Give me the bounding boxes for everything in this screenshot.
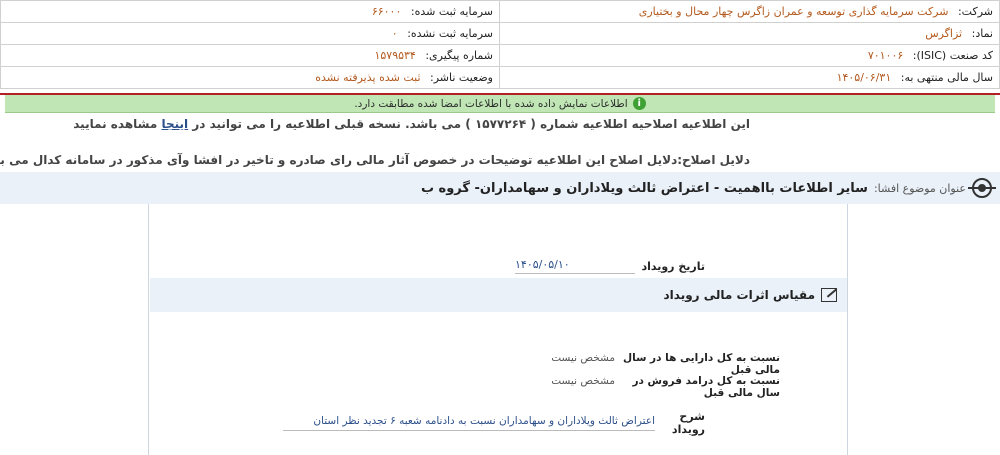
- disclosure-subject-bar: عنوان موضوع افشا: سایر اطلاعات بااهمیت -…: [0, 172, 1000, 204]
- publisher-status-label: وضعیت ناشر:: [430, 71, 493, 84]
- subject-value: سایر اطلاعات بااهمیت - اعتراض ثالث ویلاد…: [420, 180, 868, 196]
- fiscal-year-cell: سال مالی منتهی به: ۱۴۰۵/۰۶/۳۱: [499, 66, 1000, 89]
- company-label: شرکت:: [957, 5, 993, 18]
- correction-reason: دلایل اصلاح:دلایل اصلاح این اطلاعیه توضی…: [0, 153, 750, 167]
- info-row: نماد: ثزاگرس سرمایه ثبت نشده: ۰: [0, 22, 1000, 45]
- target-icon: [968, 178, 996, 198]
- fiscal-year-value: ۱۴۰۵/۰۶/۳۱: [836, 71, 892, 84]
- financial-row-label: نسبت به کل دارایی ها در سال مالی قبل: [623, 352, 780, 376]
- verification-banner: i اطلاعات نمایش داده شده با اطلاعات امضا…: [5, 95, 995, 113]
- financial-row-value: مشخص نیست: [551, 375, 615, 387]
- event-description-label: شرح رویداد: [671, 410, 705, 436]
- publisher-status-value: ثبت شده پذیرفته نشده: [315, 71, 421, 84]
- info-row: سال مالی منتهی به: ۱۴۰۵/۰۶/۳۱ وضعیت ناشر…: [0, 66, 1000, 89]
- verification-message: اطلاعات نمایش داده شده با اطلاعات امضا ش…: [354, 97, 628, 110]
- company-value: شرکت سرمایه گذاری توسعه و عمران زاگرس چه…: [638, 5, 949, 18]
- financial-impact-header: مقیاس اثرات مالی رویداد: [150, 278, 847, 312]
- subject-label: عنوان موضوع افشا:: [873, 181, 966, 195]
- edit-note-icon: [821, 288, 837, 302]
- correction-notice: این اطلاعیه اصلاحیه اطلاعیه شماره ( ۱۵۷۷…: [73, 117, 750, 131]
- company-cell: شرکت: شرکت سرمایه گذاری توسعه و عمران زا…: [499, 0, 1000, 23]
- unregistered-capital-cell: سرمایه ثبت نشده: ۰: [0, 22, 500, 45]
- event-description-value: اعتراض ثالث ویلاداران و سهامداران نسبت ب…: [283, 415, 655, 431]
- company-info-table: شرکت: شرکت سرمایه گذاری توسعه و عمران زا…: [0, 0, 1000, 89]
- event-description-field: شرح رویداد اعتراض ثالث ویلاداران و سهامد…: [283, 410, 705, 436]
- publisher-status-cell: وضعیت ناشر: ثبت شده پذیرفته نشده: [0, 66, 500, 89]
- event-date-label: تاریخ رویداد: [641, 259, 705, 273]
- event-date-field: تاریخ رویداد ۱۴۰۵/۰۵/۱۰: [515, 258, 705, 274]
- financial-row-label: نسبت به کل درامد فروش در سال مالی قبل: [632, 375, 780, 399]
- registered-capital-cell: سرمایه ثبت شده: ۶۶۰۰۰: [0, 0, 500, 23]
- financial-row-value: مشخص نیست: [551, 352, 615, 364]
- info-row: شرکت: شرکت سرمایه گذاری توسعه و عمران زا…: [0, 0, 1000, 23]
- unregistered-capital-value: ۰: [391, 27, 398, 40]
- isic-value: ۷۰۱۰۰۶: [867, 49, 904, 62]
- financial-impact-title: مقیاس اثرات مالی رویداد: [663, 288, 815, 302]
- previous-version-link[interactable]: اینجا: [161, 117, 188, 131]
- event-date-value: ۱۴۰۵/۰۵/۱۰: [515, 258, 635, 274]
- info-icon: i: [632, 97, 646, 110]
- tracking-cell: شماره پیگیری: ۱۵۷۹۵۳۴: [0, 44, 500, 67]
- financial-row-assets: نسبت به کل دارایی ها در سال مالی قبل مشخ…: [551, 352, 780, 376]
- symbol-cell: نماد: ثزاگرس: [499, 22, 1000, 45]
- symbol-value: ثزاگرس: [925, 27, 963, 40]
- registered-capital-value: ۶۶۰۰۰: [371, 5, 402, 18]
- tracking-value: ۱۵۷۹۵۳۴: [374, 49, 416, 62]
- isic-label: کد صنعت (ISIC):: [912, 49, 993, 62]
- notice-text-before: این اطلاعیه اصلاحیه اطلاعیه شماره ( ۱۵۷۷…: [192, 117, 750, 131]
- unregistered-capital-label: سرمایه ثبت نشده:: [407, 27, 493, 40]
- info-row: کد صنعت (ISIC): ۷۰۱۰۰۶ شماره پیگیری: ۱۵۷…: [0, 44, 1000, 67]
- isic-cell: کد صنعت (ISIC): ۷۰۱۰۰۶: [499, 44, 1000, 67]
- registered-capital-label: سرمایه ثبت شده:: [410, 5, 493, 18]
- notice-text-after: مشاهده نمایید: [73, 117, 158, 131]
- symbol-label: نماد:: [971, 27, 993, 40]
- fiscal-year-label: سال مالی منتهی به:: [900, 71, 993, 84]
- tracking-label: شماره پیگیری:: [425, 49, 493, 62]
- financial-row-revenue: نسبت به کل درامد فروش در سال مالی قبل مش…: [551, 375, 780, 399]
